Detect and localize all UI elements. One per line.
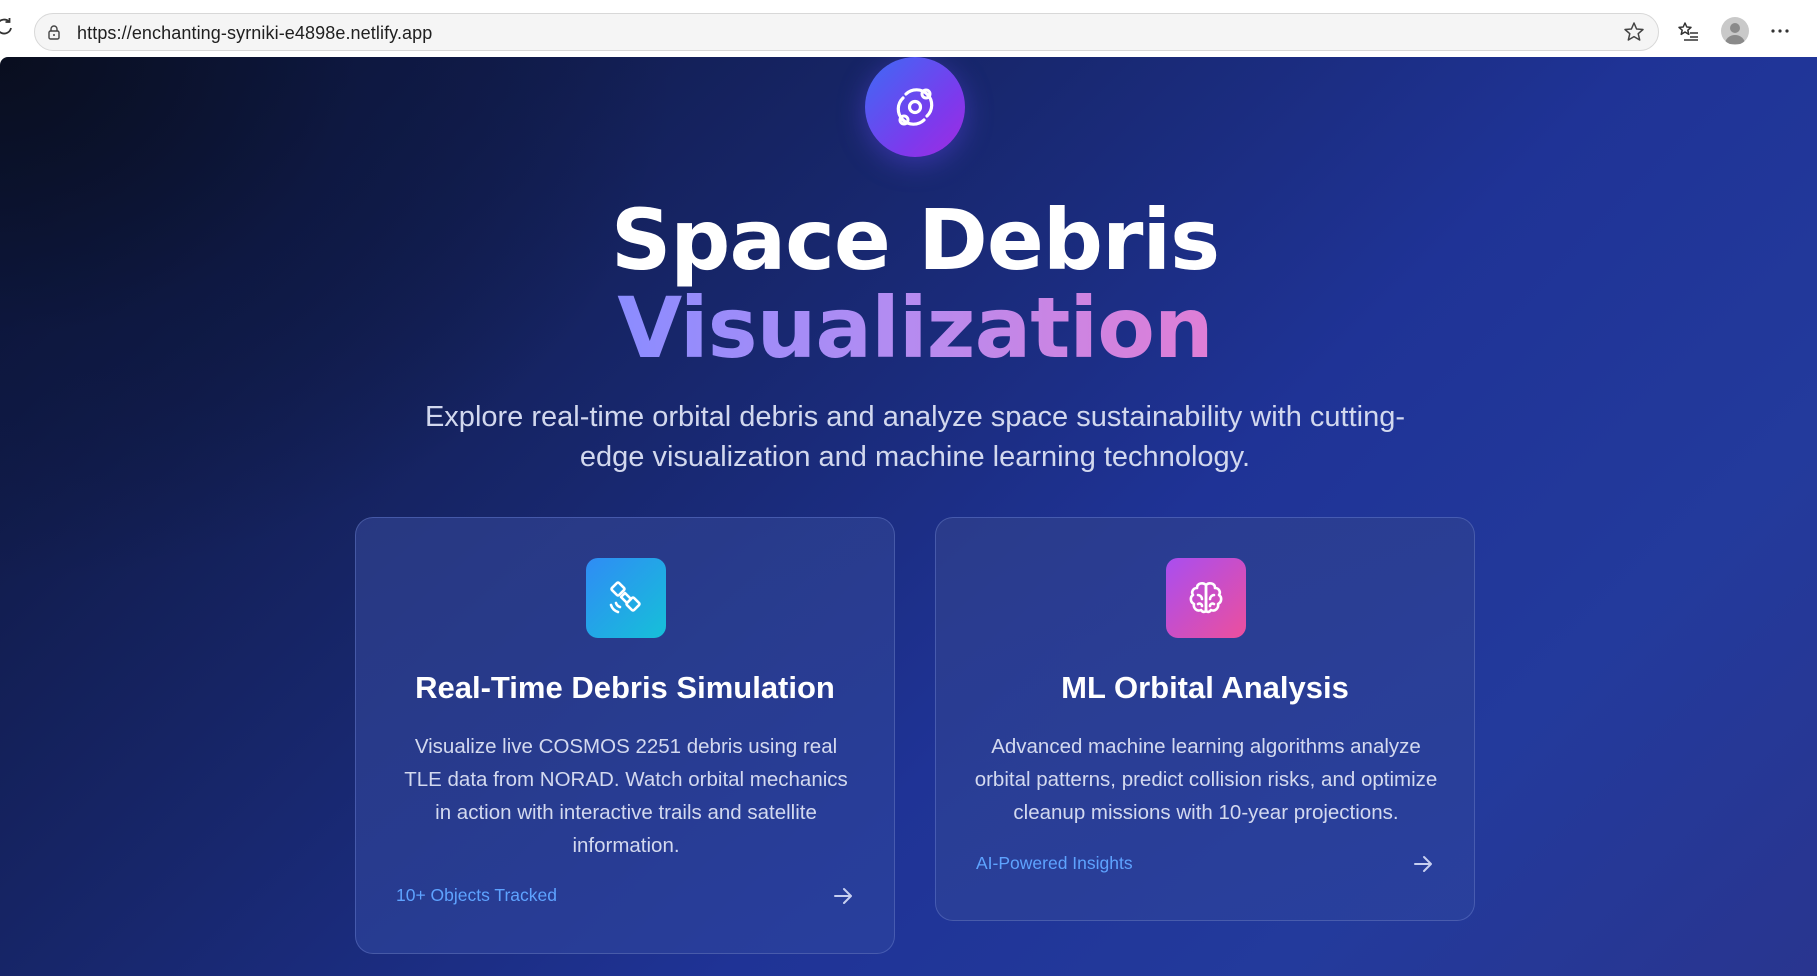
favorites-list-icon[interactable] xyxy=(1676,19,1700,43)
hero-subtitle: Explore real-time orbital debris and ana… xyxy=(424,401,1406,473)
url-text[interactable]: https://enchanting-syrniki-e4898e.netlif… xyxy=(77,23,432,44)
page-viewport: Space Debris Visualization Explore real-… xyxy=(0,57,1817,976)
reload-icon[interactable] xyxy=(0,17,14,37)
card-description: Visualize live COSMOS 2251 debris using … xyxy=(404,735,848,857)
hero-title: Space Debris xyxy=(610,191,1220,289)
brain-icon xyxy=(1189,582,1223,614)
card-description: Advanced machine learning algorithms ana… xyxy=(974,735,1438,824)
feature-card-ml-analysis[interactable]: ML Orbital Analysis Advanced machine lea… xyxy=(935,517,1475,921)
card-title: Real-Time Debris Simulation xyxy=(415,670,835,705)
card-title: ML Orbital Analysis xyxy=(1061,670,1349,705)
card-tag: 10+ Objects Tracked xyxy=(396,885,557,905)
hero-title-gradient-text: Visualization xyxy=(617,279,1213,377)
arrow-right-icon[interactable] xyxy=(1412,853,1434,875)
card-tag: AI-Powered Insights xyxy=(976,853,1133,873)
more-menu-icon[interactable] xyxy=(1768,19,1792,43)
hero-logo xyxy=(865,57,965,157)
hero-title-highlight: Visualization xyxy=(0,278,1817,378)
feature-card-simulation[interactable]: Real-Time Debris Simulation Visualize li… xyxy=(355,517,895,954)
browser-toolbar: https://enchanting-syrniki-e4898e.netlif… xyxy=(0,0,1817,57)
lock-icon[interactable] xyxy=(46,24,62,40)
address-bar[interactable]: https://enchanting-syrniki-e4898e.netlif… xyxy=(34,13,1659,51)
card-icon-tile xyxy=(1166,558,1246,638)
arrow-right-icon[interactable] xyxy=(832,885,854,907)
profile-icon[interactable] xyxy=(1721,17,1749,45)
orbit-icon xyxy=(896,88,934,126)
favorite-star-icon[interactable] xyxy=(1622,20,1646,44)
satellite-icon xyxy=(609,581,641,614)
card-icon-tile xyxy=(586,558,666,638)
